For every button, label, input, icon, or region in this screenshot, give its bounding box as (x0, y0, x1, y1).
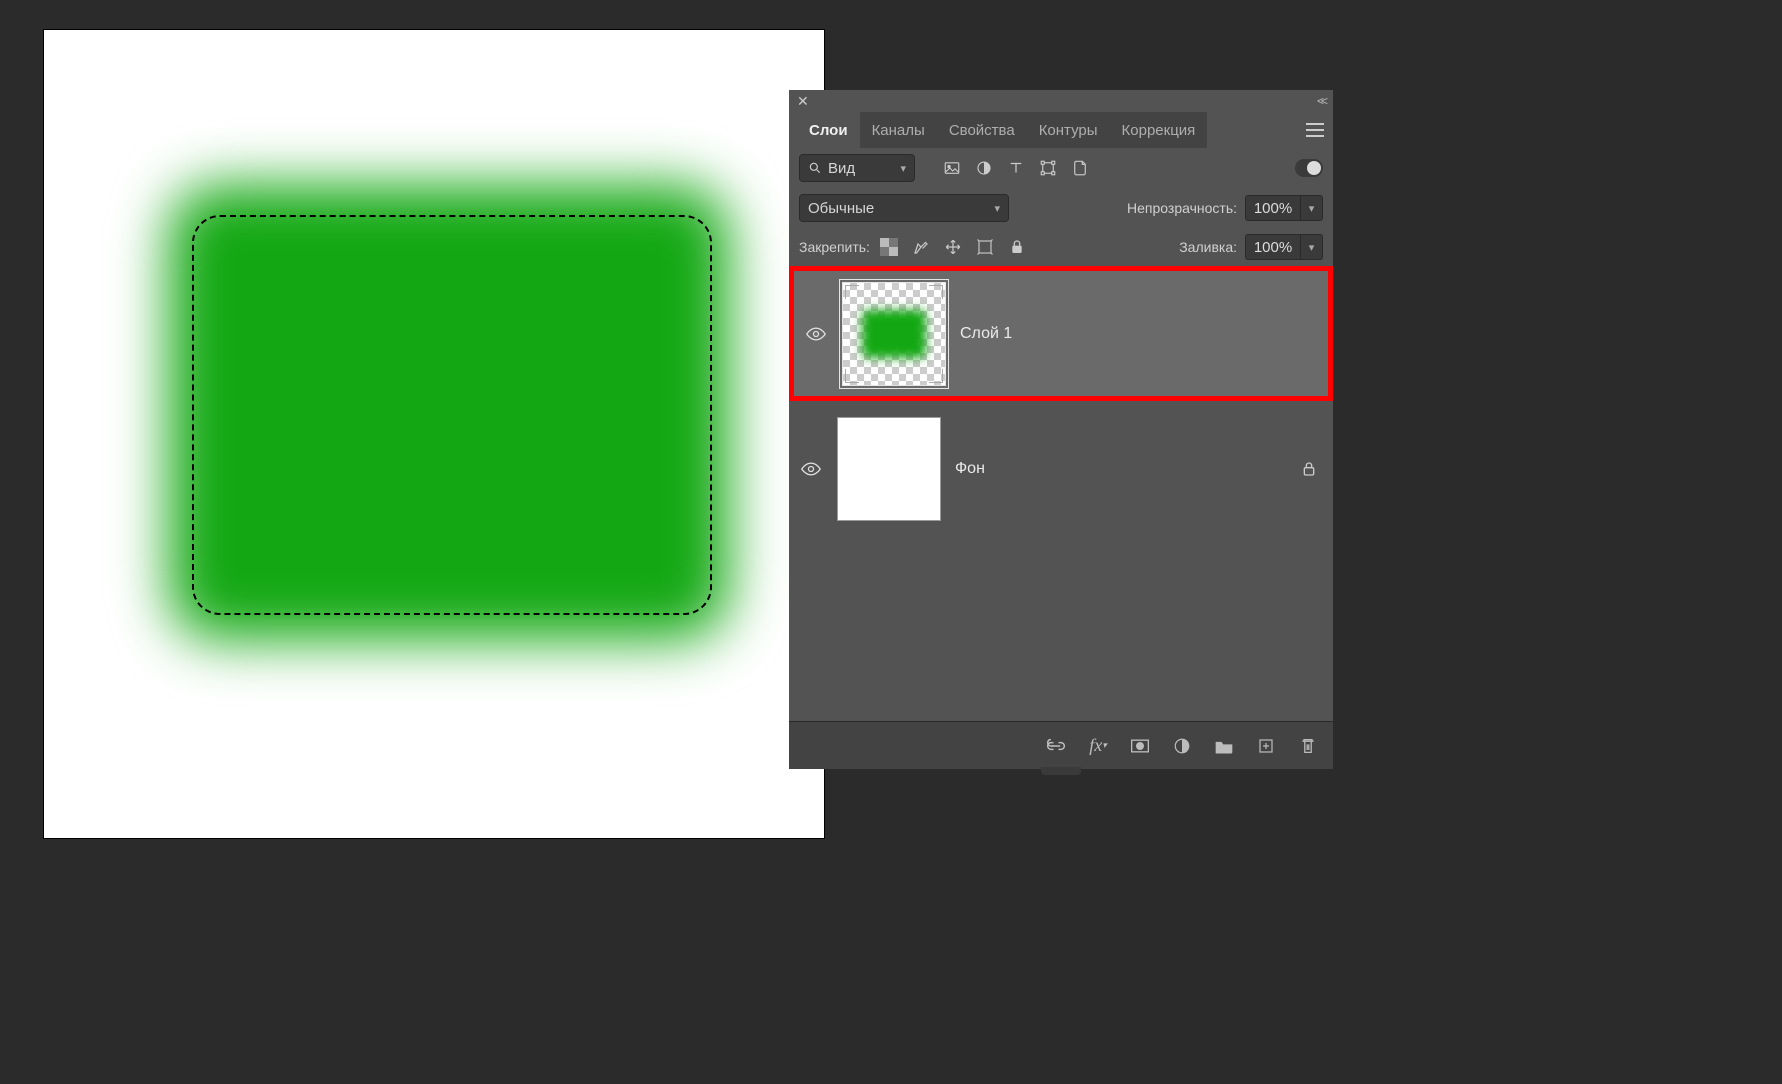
filter-kind-dropdown[interactable]: Вид ▾ (799, 154, 915, 182)
layer-name[interactable]: Слой 1 (960, 325, 1316, 343)
filter-type-icons (941, 157, 1091, 179)
fill-value[interactable]: 100% (1245, 234, 1301, 260)
tab-adjustments[interactable]: Коррекция (1110, 112, 1208, 148)
panel-tabs: Слои Каналы Свойства Контуры Коррекция (789, 112, 1333, 148)
blend-mode-label: Обычные (808, 200, 874, 217)
fill-stepper[interactable]: ▾ (1301, 234, 1323, 260)
document-canvas[interactable] (44, 30, 824, 838)
panel-resize-grabber[interactable] (1041, 767, 1081, 775)
opacity-label: Непрозрачность: (1127, 200, 1237, 216)
delete-layer-icon[interactable] (1297, 735, 1319, 757)
opacity-stepper[interactable]: ▾ (1301, 195, 1323, 221)
chevron-down-icon: ▾ (994, 202, 1000, 215)
add-mask-icon[interactable] (1129, 735, 1151, 757)
search-icon (808, 161, 822, 175)
blend-mode-dropdown[interactable]: Обычные ▾ (799, 194, 1009, 222)
new-layer-icon[interactable] (1255, 735, 1277, 757)
lock-row: Закрепить: Заливка: 100% ▾ (789, 228, 1333, 266)
layer-name[interactable]: Фон (955, 460, 1287, 478)
visibility-toggle[interactable] (806, 327, 828, 341)
hamburger-icon (1306, 123, 1324, 137)
filter-toggle[interactable] (1295, 159, 1323, 177)
opacity-value[interactable]: 100% (1245, 195, 1301, 221)
opacity-field: 100% ▾ (1245, 195, 1323, 221)
tab-paths[interactable]: Контуры (1027, 112, 1110, 148)
filter-smartobj-icon[interactable] (1069, 157, 1091, 179)
layer-row[interactable]: Слой 1 (789, 266, 1333, 401)
panel-collapse-button[interactable]: << (1317, 94, 1325, 108)
lock-label: Закрепить: (799, 239, 870, 255)
panel-footer: fx▾ (789, 721, 1333, 769)
panel-menu-button[interactable] (1297, 112, 1333, 148)
lock-icons (878, 236, 1028, 258)
filter-type-text-icon[interactable] (1005, 157, 1027, 179)
tab-layers[interactable]: Слои (797, 112, 860, 148)
filter-adjustment-icon[interactable] (973, 157, 995, 179)
panel-close-button[interactable]: ✕ (797, 94, 809, 108)
layer-thumbnail[interactable] (837, 417, 941, 521)
lock-position-icon[interactable] (942, 236, 964, 258)
layer-thumbnail[interactable] (842, 282, 946, 386)
chevron-down-icon: ▾ (900, 162, 906, 175)
tab-channels[interactable]: Каналы (860, 112, 937, 148)
layer-style-icon[interactable]: fx▾ (1087, 735, 1109, 757)
lock-pixels-icon[interactable] (910, 236, 932, 258)
layers-list: Слой 1 Фон (789, 266, 1333, 721)
link-layers-icon[interactable] (1045, 735, 1067, 757)
filled-shape (169, 185, 729, 640)
tab-properties[interactable]: Свойства (937, 112, 1027, 148)
lock-transparency-icon[interactable] (878, 236, 900, 258)
fill-label: Заливка: (1179, 239, 1237, 255)
filter-kind-label: Вид (828, 160, 855, 177)
filter-shape-icon[interactable] (1037, 157, 1059, 179)
layers-panel: ✕ << Слои Каналы Свойства Контуры Коррек… (789, 90, 1333, 769)
blend-mode-row: Обычные ▾ Непрозрачность: 100% ▾ (789, 188, 1333, 228)
filter-pixel-icon[interactable] (941, 157, 963, 179)
adjustment-layer-icon[interactable] (1171, 735, 1193, 757)
layer-row[interactable]: Фон (789, 401, 1333, 536)
fill-group: Заливка: 100% ▾ (1179, 234, 1323, 260)
layer-lock-icon[interactable] (1301, 460, 1317, 478)
panel-headerbar: ✕ << (789, 90, 1333, 112)
layer-filter-row: Вид ▾ (789, 148, 1333, 188)
lock-all-icon[interactable] (1006, 236, 1028, 258)
group-layers-icon[interactable] (1213, 735, 1235, 757)
lock-artboard-icon[interactable] (974, 236, 996, 258)
visibility-toggle[interactable] (801, 462, 823, 476)
